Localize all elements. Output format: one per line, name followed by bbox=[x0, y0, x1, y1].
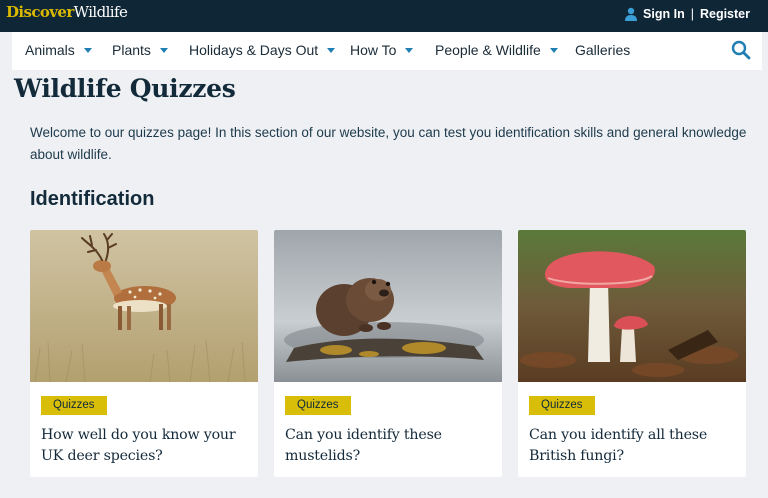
nav-item-label: Holidays & Days Out bbox=[189, 42, 319, 58]
account-separator: | bbox=[690, 7, 694, 21]
chevron-down-icon bbox=[549, 47, 558, 53]
nav-item-label: Animals bbox=[25, 42, 75, 58]
chevron-down-icon bbox=[327, 47, 336, 53]
quiz-card-mustelids[interactable]: Quizzes Can you identify these mustelids… bbox=[274, 230, 502, 477]
sign-in-link[interactable]: Sign In bbox=[643, 7, 685, 21]
top-bar: DiscoverWildlife Sign In | Register bbox=[0, 0, 768, 32]
card-title-link[interactable]: How well do you know your UK deer specie… bbox=[41, 425, 253, 467]
logo-text-discover: Discover bbox=[6, 3, 74, 21]
account-links: Sign In | Register bbox=[624, 7, 750, 21]
register-link[interactable]: Register bbox=[700, 7, 750, 21]
card-title-link[interactable]: Can you identify these mustelids? bbox=[285, 425, 497, 467]
card-title-link[interactable]: Can you identify all these British fungi… bbox=[529, 425, 741, 467]
quizzes-badge[interactable]: Quizzes bbox=[41, 396, 107, 415]
search-icon[interactable] bbox=[731, 40, 751, 64]
main-nav: Animals Plants Holidays & Days Out How T… bbox=[12, 32, 762, 70]
nav-item-label: People & Wildlife bbox=[435, 42, 541, 58]
user-icon bbox=[624, 7, 638, 21]
nav-item-label: Galleries bbox=[575, 42, 631, 58]
nav-item-people-wildlife[interactable]: People & Wildlife bbox=[435, 42, 558, 58]
red-mushroom-photo[interactable] bbox=[518, 230, 746, 382]
site-logo[interactable]: DiscoverWildlife bbox=[6, 3, 128, 21]
nav-item-label: Plants bbox=[112, 42, 151, 58]
nav-item-how-to[interactable]: How To bbox=[350, 42, 414, 58]
nav-item-galleries[interactable]: Galleries bbox=[575, 42, 630, 58]
chevron-down-icon bbox=[83, 47, 92, 53]
nav-item-plants[interactable]: Plants bbox=[112, 42, 168, 58]
chevron-down-icon bbox=[405, 47, 414, 53]
nav-item-holidays-days-out[interactable]: Holidays & Days Out bbox=[189, 42, 336, 58]
page-title: Wildlife Quizzes bbox=[14, 74, 236, 103]
fallow-deer-photo[interactable] bbox=[30, 230, 258, 382]
logo-text-wildlife: Wildlife bbox=[73, 3, 128, 21]
nav-item-label: How To bbox=[350, 42, 397, 58]
quiz-card-fungi[interactable]: Quizzes Can you identify all these Briti… bbox=[518, 230, 746, 477]
quizzes-badge[interactable]: Quizzes bbox=[285, 396, 351, 415]
otter-photo[interactable] bbox=[274, 230, 502, 382]
intro-text: Welcome to our quizzes page! In this sec… bbox=[30, 125, 747, 162]
quizzes-badge[interactable]: Quizzes bbox=[529, 396, 595, 415]
chevron-down-icon bbox=[159, 47, 168, 53]
quiz-card-deer[interactable]: Quizzes How well do you know your UK dee… bbox=[30, 230, 258, 477]
section-heading: Identification bbox=[30, 188, 155, 210]
nav-item-animals[interactable]: Animals bbox=[25, 42, 92, 58]
